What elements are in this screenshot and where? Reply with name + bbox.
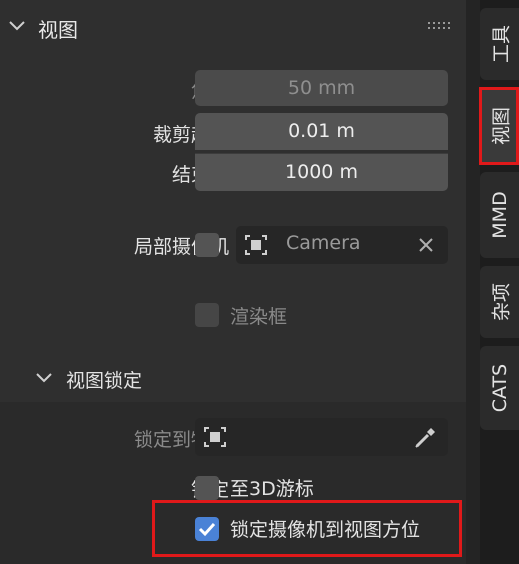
camera-object-icon (244, 234, 268, 260)
lock-to-cursor-label: 至3D游标 (230, 478, 314, 500)
drag-grip-icon[interactable] (428, 22, 452, 32)
camera-name: Camera (286, 232, 361, 254)
view-panel-header[interactable]: 视图 (0, 0, 466, 56)
local-camera-checkbox[interactable] (195, 233, 219, 257)
tab-mmd[interactable]: MMD (480, 172, 519, 258)
render-region-checkbox[interactable] (195, 303, 219, 327)
focal-length-field[interactable]: 50 mm (195, 70, 448, 106)
tab-misc[interactable]: 杂项 (480, 266, 519, 338)
panel-scroll-strip (466, 0, 480, 564)
eyedropper-icon[interactable] (413, 424, 439, 454)
tab-tools[interactable]: 工具 (480, 8, 519, 80)
render-region-label: 渲染框 (230, 306, 288, 328)
lock-to-cursor-checkbox[interactable] (195, 476, 219, 500)
clip-start-field[interactable]: 0.01 m (195, 113, 448, 150)
camera-object-field[interactable]: Camera (236, 226, 448, 264)
view-lock-title: 视图锁定 (66, 370, 143, 392)
panel-title: 视图 (38, 18, 78, 42)
object-icon (203, 426, 227, 452)
clear-icon[interactable] (418, 237, 434, 257)
chevron-down-icon (35, 372, 53, 384)
lock-object-field[interactable] (195, 418, 448, 456)
highlight-box-lock-camera (152, 500, 462, 557)
tab-cats[interactable]: CATS (480, 346, 519, 430)
clip-end-field[interactable]: 1000 m (195, 153, 448, 191)
view-lock-header[interactable]: 视图锁定 (0, 360, 466, 402)
highlight-box-view-tab (479, 87, 519, 165)
chevron-down-icon (8, 20, 26, 32)
